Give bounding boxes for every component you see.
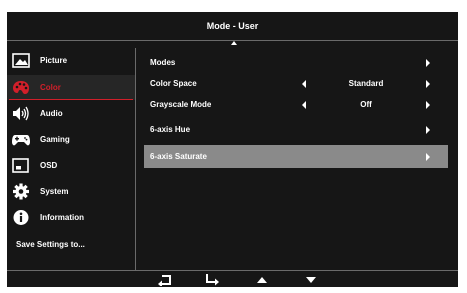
sidebar-item-system[interactable]: System (7, 179, 135, 204)
left-arrow-icon[interactable] (302, 101, 306, 109)
row-label: Color Space (150, 79, 197, 88)
picture-icon (12, 53, 30, 68)
row-label: Grayscale Mode (150, 100, 212, 109)
save-settings-label: Save Settings to... (16, 240, 85, 249)
sidebar-item-label: Picture (40, 56, 68, 65)
scroll-up-indicator-icon[interactable] (231, 41, 237, 45)
sidebar-item-audio[interactable]: Audio (7, 101, 135, 126)
sidebar-item-information[interactable]: Information (7, 205, 135, 230)
right-arrow-icon[interactable] (426, 59, 430, 67)
sidebar-item-label: Information (40, 213, 84, 222)
sidebar: Picture Color Audio Gaming OSD System In… (7, 48, 136, 270)
menu-row-6-axis-saturate[interactable]: 6-axis Saturate (144, 145, 448, 168)
right-arrow-icon[interactable] (426, 126, 430, 134)
right-arrow-icon[interactable] (426, 80, 430, 88)
row-value: Standard (348, 79, 384, 88)
down-arrow-icon[interactable] (304, 274, 318, 286)
back-icon[interactable] (158, 274, 172, 286)
sidebar-item-label: Audio (40, 109, 63, 118)
left-arrow-icon[interactable] (302, 80, 306, 88)
gamepad-icon (12, 135, 30, 146)
enter-icon[interactable] (205, 274, 219, 286)
save-settings-button[interactable]: Save Settings to... (7, 232, 135, 257)
menu-row-modes[interactable]: Modes (144, 53, 448, 73)
right-arrow-icon[interactable] (426, 101, 430, 109)
sidebar-item-label: OSD (40, 161, 58, 170)
osd-menu: Mode - User Picture Color Audio Gaming O… (7, 12, 458, 287)
sidebar-item-label: System (40, 187, 69, 196)
navigation-bar (7, 270, 458, 288)
active-indicator (9, 99, 133, 100)
speaker-icon (13, 106, 29, 121)
row-label: Modes (150, 58, 176, 67)
menu-title: Mode - User (7, 12, 458, 41)
palette-icon (13, 81, 29, 94)
info-icon (13, 210, 29, 225)
gear-icon (13, 183, 29, 200)
osd-icon (12, 158, 29, 173)
right-arrow-icon[interactable] (426, 153, 430, 161)
row-value: Off (360, 100, 372, 109)
menu-row-6-axis-hue[interactable]: 6-axis Hue (144, 120, 448, 140)
menu-row-color-space[interactable]: Color Space Standard (144, 74, 448, 94)
sidebar-item-picture[interactable]: Picture (7, 48, 135, 73)
sidebar-item-label: Color (40, 83, 61, 92)
sidebar-item-osd[interactable]: OSD (7, 153, 135, 178)
sidebar-item-label: Gaming (40, 135, 70, 144)
up-arrow-icon[interactable] (255, 274, 269, 286)
menu-row-grayscale-mode[interactable]: Grayscale Mode Off (144, 95, 448, 115)
sidebar-item-color[interactable]: Color (7, 75, 135, 100)
row-label: 6-axis Saturate (150, 152, 207, 161)
row-label: 6-axis Hue (150, 125, 191, 134)
sidebar-item-gaming[interactable]: Gaming (7, 127, 135, 152)
